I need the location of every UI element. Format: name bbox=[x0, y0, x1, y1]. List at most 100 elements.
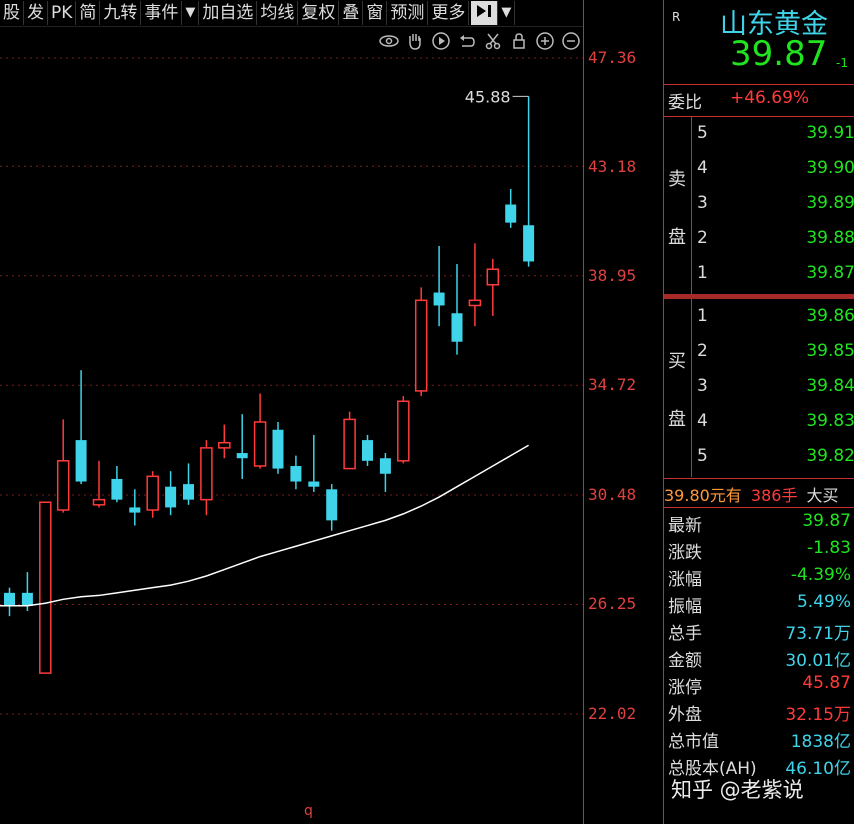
buy-label-top: 买 bbox=[668, 351, 686, 372]
stat-row: 涨停 45.87 bbox=[664, 672, 854, 699]
buy-row[interactable]: 2 39.85 bbox=[691, 337, 854, 371]
candle-body bbox=[343, 418, 356, 470]
chevron-down-icon[interactable]: ▼ bbox=[498, 1, 516, 25]
candle bbox=[343, 411, 356, 470]
candle bbox=[146, 471, 159, 518]
stat-row: 振幅 5.49% bbox=[664, 591, 854, 618]
order-price: 39.90 bbox=[806, 158, 854, 178]
buy-row[interactable]: 1 39.86 bbox=[691, 302, 854, 336]
stat-row: 总手 73.71万 bbox=[664, 618, 854, 645]
candle-body bbox=[486, 268, 500, 286]
buy-label-bottom: 盘 bbox=[668, 409, 686, 430]
candle-body bbox=[253, 421, 267, 467]
forecast-button[interactable]: 预测 bbox=[387, 1, 429, 25]
stat-row: 涨幅 -4.39% bbox=[664, 564, 854, 591]
sell-row[interactable]: 1 39.87 bbox=[691, 259, 854, 293]
buy-row[interactable]: 3 39.84 bbox=[691, 372, 854, 406]
buy-row[interactable]: 5 39.82 bbox=[691, 442, 854, 476]
candle-body bbox=[146, 475, 159, 511]
add-watchlist-button[interactable]: 加自选 bbox=[199, 1, 258, 25]
candle-body bbox=[236, 453, 248, 459]
divider bbox=[664, 507, 854, 508]
toolbar-item-pk[interactable]: PK bbox=[48, 1, 77, 25]
sell-row[interactable]: 5 39.91 bbox=[691, 119, 854, 153]
quote-panel: R 山东黄金 39.87 -1 委比 +46.69% 卖 盘 5 39.91 4… bbox=[663, 0, 854, 824]
axis-tick-label: 38.95 bbox=[588, 266, 637, 285]
stat-value: 5.49% bbox=[796, 592, 851, 612]
candle bbox=[111, 465, 123, 503]
candle-body bbox=[21, 592, 33, 606]
buy-row[interactable]: 4 39.83 bbox=[691, 407, 854, 441]
candle bbox=[4, 587, 15, 617]
skip-to-end-icon[interactable] bbox=[471, 1, 499, 25]
candle bbox=[362, 434, 373, 466]
candle bbox=[433, 245, 445, 327]
order-level: 3 bbox=[697, 376, 708, 396]
big-order-lots: 386手 bbox=[750, 486, 798, 505]
toolbar-item-jiuzhuan[interactable]: 九转 bbox=[100, 1, 142, 25]
stat-label: 外盘 bbox=[668, 705, 702, 725]
order-price: 39.85 bbox=[806, 341, 854, 361]
axis-tick-label: 43.18 bbox=[588, 157, 637, 176]
order-price: 39.84 bbox=[806, 376, 854, 396]
candle bbox=[183, 463, 194, 505]
stat-value: 45.87 bbox=[802, 673, 851, 693]
candle-body bbox=[397, 400, 410, 462]
sell-row[interactable]: 2 39.88 bbox=[691, 224, 854, 258]
moving-average-button[interactable]: 均线 bbox=[257, 1, 299, 25]
sell-side-label: 卖 盘 bbox=[664, 117, 692, 294]
divider bbox=[664, 116, 854, 117]
stat-value: -4.39% bbox=[790, 565, 851, 585]
order-level: 1 bbox=[697, 306, 708, 326]
candle bbox=[218, 424, 231, 459]
candle bbox=[379, 453, 391, 492]
order-price: 39.86 bbox=[806, 306, 854, 326]
candle bbox=[272, 421, 284, 474]
candle-body bbox=[4, 592, 15, 606]
candle-body bbox=[129, 507, 141, 513]
candle-body bbox=[75, 440, 87, 482]
stat-label: 总市值 bbox=[668, 732, 719, 752]
more-button[interactable]: 更多 bbox=[428, 1, 470, 25]
candle bbox=[165, 471, 177, 516]
toolbar-item-jian[interactable]: 简 bbox=[76, 1, 101, 25]
sell-row[interactable]: 3 39.89 bbox=[691, 189, 854, 223]
stat-row: 最新 39.87 bbox=[664, 510, 854, 537]
stat-value: 1838亿 bbox=[790, 732, 851, 752]
order-level: 2 bbox=[697, 341, 708, 361]
sell-row[interactable]: 4 39.90 bbox=[691, 154, 854, 188]
candle-body bbox=[468, 299, 482, 307]
stat-row: 金额 30.01亿 bbox=[664, 645, 854, 672]
candle bbox=[468, 243, 482, 327]
weibi-value: +46.69% bbox=[730, 88, 810, 108]
overlay-button[interactable]: 叠 bbox=[339, 1, 364, 25]
stat-label: 振幅 bbox=[668, 597, 702, 617]
order-price: 39.89 bbox=[806, 193, 854, 213]
order-level: 1 bbox=[697, 263, 708, 283]
candle-body bbox=[272, 429, 284, 469]
window-button[interactable]: 窗 bbox=[363, 1, 388, 25]
order-level: 2 bbox=[697, 228, 708, 248]
candle bbox=[326, 484, 338, 531]
axis-tick-label: 22.02 bbox=[588, 704, 637, 723]
candle bbox=[56, 419, 70, 513]
candle bbox=[451, 264, 463, 355]
sell-label-bottom: 盘 bbox=[668, 227, 686, 248]
axis-tick-label: 47.36 bbox=[588, 48, 637, 67]
big-order-tail: 大买 bbox=[806, 486, 839, 505]
candle-body bbox=[379, 458, 391, 474]
stat-row: 外盘 32.15万 bbox=[664, 699, 854, 726]
stat-label: 涨跌 bbox=[668, 543, 702, 563]
candle bbox=[523, 96, 535, 267]
toolbar-item-gu[interactable]: 股 bbox=[0, 1, 24, 25]
order-price: 39.87 bbox=[806, 263, 854, 283]
candlestick-chart[interactable]: 45.88 bbox=[0, 26, 583, 824]
price-axis: 47.36 43.18 38.95 34.72 30.48 26.25 22.0… bbox=[583, 0, 664, 824]
toolbar-item-fa[interactable]: 发 bbox=[24, 1, 48, 25]
big-order-line: 39.80元有 386手 大买 bbox=[664, 482, 854, 506]
price-adjust-button[interactable]: 复权 bbox=[298, 1, 340, 25]
stat-value: 32.15万 bbox=[785, 705, 851, 725]
toolbar-dropdown-arrow[interactable]: ▼ bbox=[182, 1, 200, 25]
toolbar-item-shijian[interactable]: 事件 bbox=[141, 1, 183, 25]
stat-label: 涨幅 bbox=[668, 570, 702, 590]
